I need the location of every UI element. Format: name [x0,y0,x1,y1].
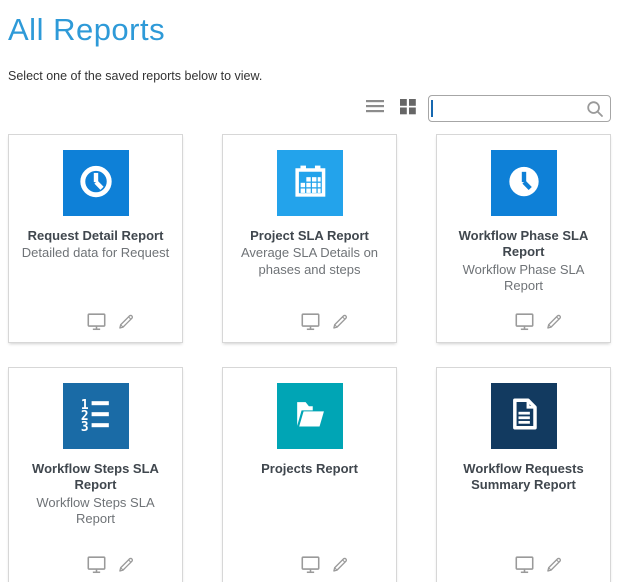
report-tile [491,383,557,449]
pencil-icon [115,554,136,578]
monitor-icon [85,311,107,335]
document-icon [502,392,546,441]
report-title: Projects Report [249,461,370,477]
card-actions [85,554,136,578]
report-card-workflow-requests-summary[interactable]: Workflow Requests Summary Report [436,367,611,582]
page-subtitle: Select one of the saved reports below to… [8,69,611,83]
report-subtitle: Workflow Steps SLA Report [9,495,182,528]
view-report-button[interactable] [299,311,321,335]
view-report-button[interactable] [299,554,321,578]
reports-grid: Request Detail Report Detailed data for … [8,134,611,582]
clock-solid-icon [502,159,546,208]
report-tile [491,150,557,216]
grid-view-button[interactable] [397,96,419,120]
monitor-icon [513,311,535,335]
edit-report-button[interactable] [115,554,136,578]
list-view-icon [365,98,386,118]
report-title: Workflow Steps SLA Report [9,461,182,494]
toolbar [8,94,611,122]
report-title: Project SLA Report [238,228,381,244]
monitor-icon [299,554,321,578]
grid-view-icon [399,98,417,118]
pencil-icon [329,554,350,578]
report-tile [63,150,129,216]
edit-report-button[interactable] [543,311,564,335]
pencil-icon [543,311,564,335]
card-actions [299,311,350,335]
view-report-button[interactable] [513,554,535,578]
pencil-icon [543,554,564,578]
all-reports-page: All Reports Select one of the saved repo… [0,0,628,582]
view-report-button[interactable] [85,554,107,578]
search-box[interactable] [428,95,611,122]
numbered-list-icon: 1 2 3 [74,392,118,441]
edit-report-button[interactable] [543,554,564,578]
view-report-button[interactable] [85,311,107,335]
card-actions [85,311,136,335]
monitor-icon [85,554,107,578]
report-title: Request Detail Report [16,228,176,244]
list-view-button[interactable] [363,96,388,120]
pencil-icon [329,311,350,335]
monitor-icon [513,554,535,578]
search-input[interactable] [435,96,580,121]
report-tile: 1 2 3 [63,383,129,449]
page-title: All Reports [8,12,611,48]
card-actions [513,554,564,578]
edit-report-button[interactable] [329,554,350,578]
monitor-icon [299,311,321,335]
report-tile [277,150,343,216]
report-subtitle: Workflow Phase SLA Report [437,262,610,295]
report-card-projects[interactable]: Projects Report [222,367,397,582]
edit-report-button[interactable] [329,311,350,335]
report-title: Workflow Requests Summary Report [437,461,610,494]
search-icon [585,99,605,124]
report-title: Workflow Phase SLA Report [437,228,610,261]
edit-report-button[interactable] [115,311,136,335]
report-subtitle: Average SLA Details on phases and steps [223,245,396,278]
card-actions [513,311,564,335]
report-subtitle: Detailed data for Request [12,245,179,261]
text-caret [431,100,433,117]
clock-outline-icon [74,159,118,208]
report-card-project-sla[interactable]: Project SLA Report Average SLA Details o… [222,134,397,343]
svg-text:3: 3 [80,420,88,435]
pencil-icon [115,311,136,335]
card-actions [299,554,350,578]
report-card-workflow-steps-sla[interactable]: 1 2 3 Workflow Steps SLA Report Workflow… [8,367,183,582]
report-card-request-detail[interactable]: Request Detail Report Detailed data for … [8,134,183,343]
calendar-icon [288,159,332,208]
report-tile [277,383,343,449]
folder-open-icon [288,392,332,441]
view-report-button[interactable] [513,311,535,335]
report-card-workflow-phase-sla[interactable]: Workflow Phase SLA Report Workflow Phase… [436,134,611,343]
